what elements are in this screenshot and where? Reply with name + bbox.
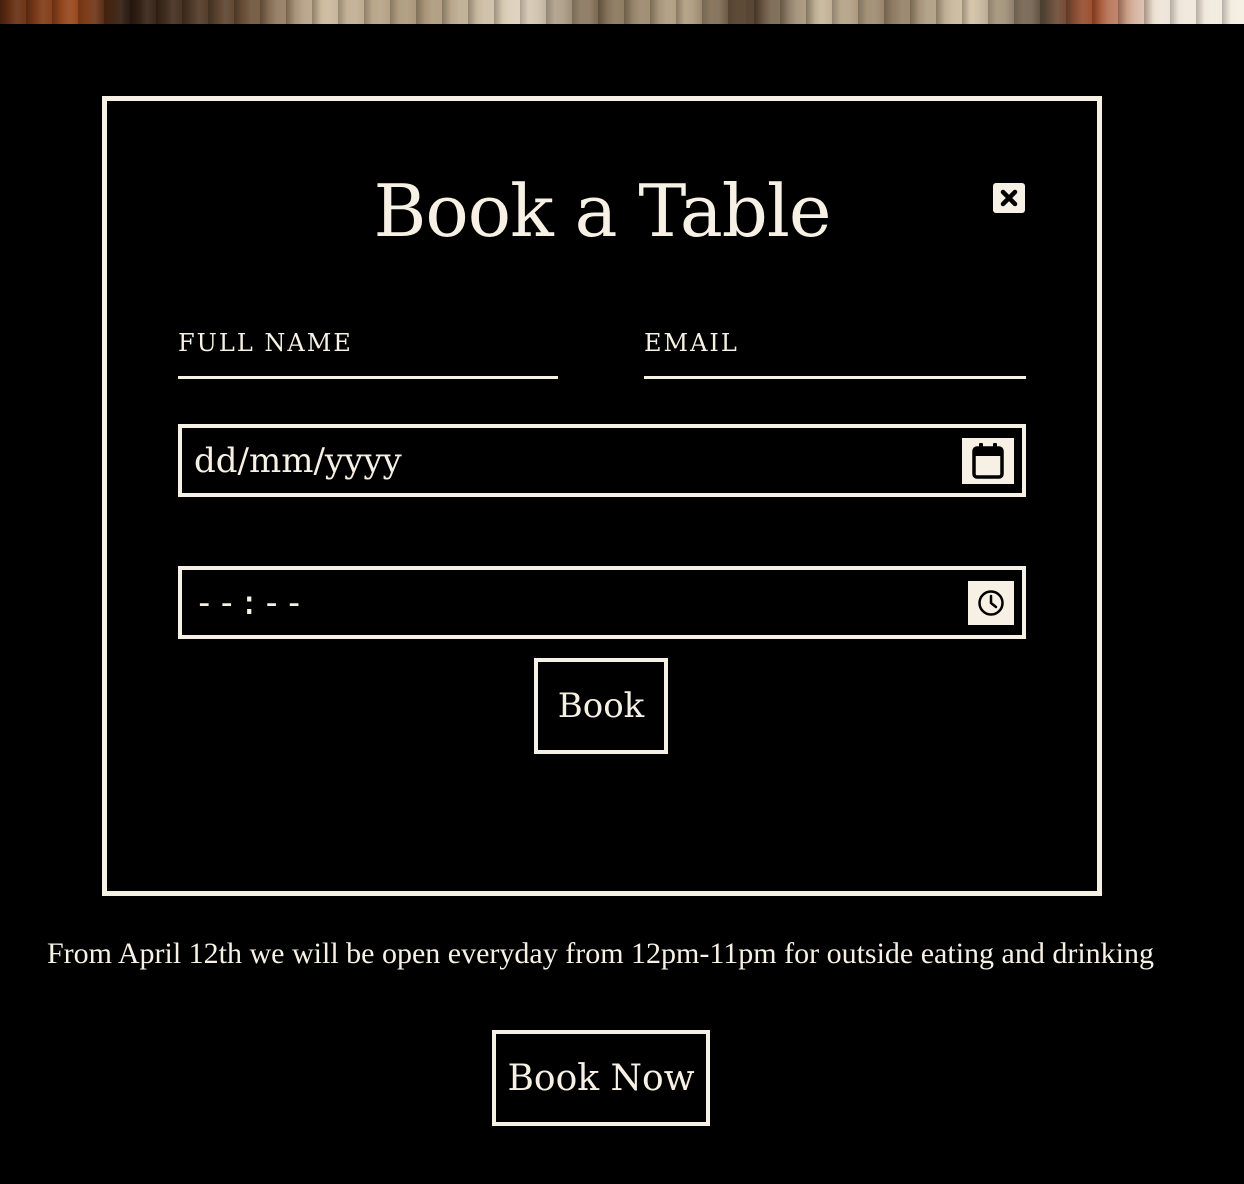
date-input[interactable]: dd/mm/yyyy — [178, 424, 1026, 497]
close-icon — [1000, 189, 1018, 207]
book-button[interactable]: Book — [534, 658, 668, 754]
time-placeholder: --:-- — [194, 583, 307, 623]
date-placeholder: dd/mm/yyyy — [194, 441, 402, 481]
clock-icon — [978, 589, 1004, 616]
time-picker-button[interactable] — [968, 580, 1014, 625]
opening-hours-notice: From April 12th we will be open everyday… — [47, 937, 1155, 970]
hero-image-strip — [0, 0, 1244, 24]
date-picker-button[interactable] — [962, 437, 1014, 484]
full-name-field[interactable]: FULL NAME — [178, 321, 558, 379]
full-name-label: FULL NAME — [178, 329, 353, 357]
book-now-button[interactable]: Book Now — [492, 1030, 710, 1126]
close-button[interactable] — [993, 183, 1025, 213]
booking-modal: Book a Table FULL NAME EMAIL dd/mm/yyyy … — [102, 96, 1102, 896]
calendar-icon — [972, 442, 1004, 479]
email-field[interactable]: EMAIL — [644, 321, 1026, 379]
modal-title: Book a Table — [373, 169, 831, 253]
time-input[interactable]: --:-- — [178, 566, 1026, 639]
email-label: EMAIL — [644, 329, 739, 357]
